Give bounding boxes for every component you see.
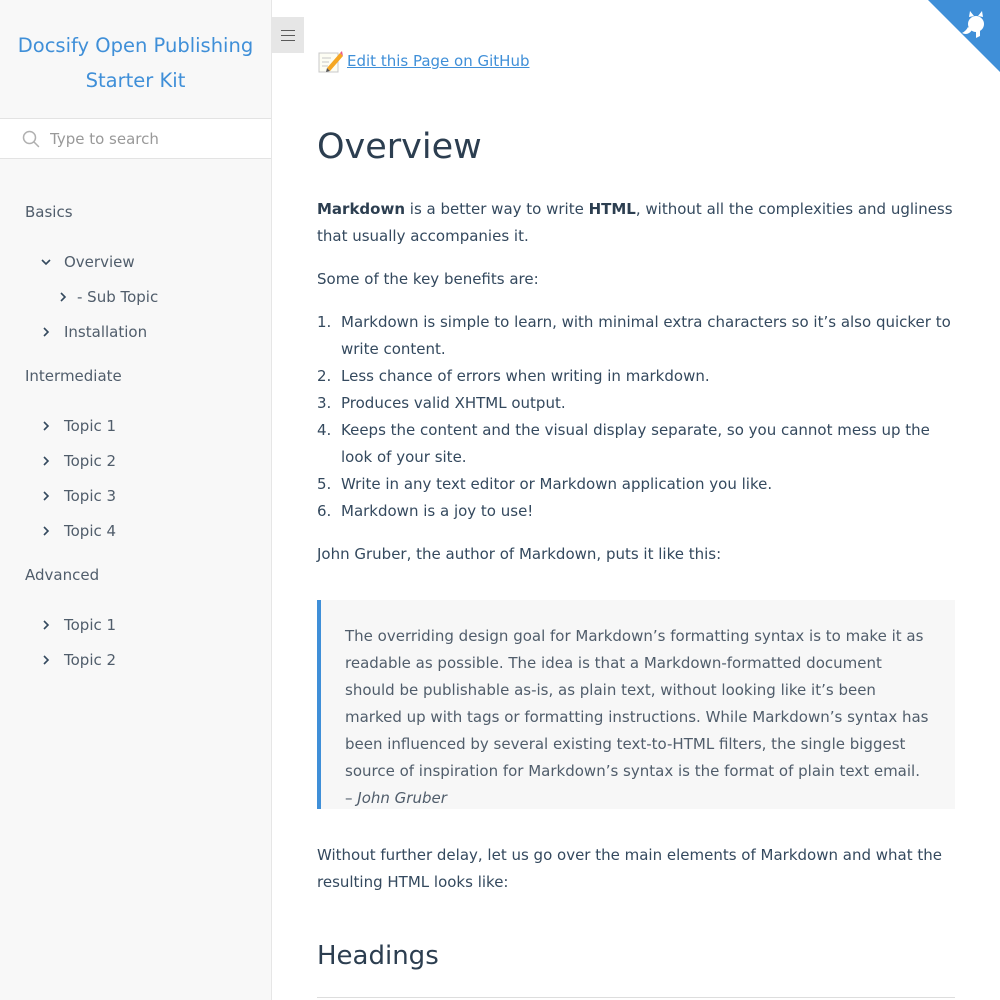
heading-divider bbox=[317, 997, 955, 998]
sidebar-item-intermediate-topic-3[interactable]: Topic 3 bbox=[0, 478, 271, 513]
sidebar-item-label: Topic 4 bbox=[64, 521, 117, 540]
nav-group-advanced: Advanced bbox=[25, 566, 100, 584]
list-item: 4. Keeps the content and the visual displ… bbox=[317, 421, 930, 466]
app-name-line1: Docsify Open Publishing bbox=[17, 34, 254, 57]
sidebar-item-label: Overview bbox=[64, 252, 135, 271]
sidebar: Docsify Open Publishing Starter Kit Basi… bbox=[0, 0, 272, 1000]
list-item: 2. Less chance of errors when writing in … bbox=[317, 367, 710, 385]
benefits-list: 1. Markdown is simple to learn, with mini… bbox=[317, 309, 957, 525]
quote-author: John Gruber bbox=[357, 789, 447, 807]
chevron-right-icon bbox=[43, 420, 50, 431]
section-heading-headings: Headings bbox=[317, 941, 439, 971]
hamburger-menu-icon bbox=[281, 29, 295, 31]
edit-on-github-link[interactable]: Edit this Page on GitHub bbox=[347, 52, 529, 70]
sidebar-item-label: Topic 2 bbox=[64, 650, 117, 669]
chevron-down-icon bbox=[41, 258, 51, 265]
search-input[interactable] bbox=[50, 129, 250, 148]
gruber-quote: The overriding design goal for Markdown’… bbox=[317, 600, 955, 809]
sidebar-item-label: Topic 2 bbox=[64, 451, 117, 470]
quote-intro: John Gruber, the author of Markdown, put… bbox=[317, 545, 722, 563]
sidebar-toggle-button[interactable] bbox=[272, 17, 304, 53]
intro-bold-markdown: Markdown bbox=[317, 200, 406, 218]
sidebar-item-label: Topic 3 bbox=[64, 486, 117, 505]
sidebar-item-label: - Sub Topic bbox=[77, 287, 159, 306]
app-name-link[interactable]: Docsify Open Publishing Starter Kit bbox=[0, 28, 271, 98]
edit-link-row: Edit this Page on GitHub bbox=[317, 48, 529, 74]
sidebar-item-installation[interactable]: Installation bbox=[0, 314, 271, 349]
sidebar-item-intermediate-topic-4[interactable]: Topic 4 bbox=[0, 513, 271, 548]
benefits-intro: Some of the key benefits are: bbox=[317, 270, 539, 288]
sidebar-item-label: Topic 1 bbox=[64, 615, 117, 634]
app-name-line2: Starter Kit bbox=[85, 69, 186, 92]
intro-bold-html: HTML bbox=[588, 200, 636, 218]
sidebar-item-intermediate-topic-2[interactable]: Topic 2 bbox=[0, 443, 271, 478]
list-item: 6. Markdown is a joy to use! bbox=[317, 502, 534, 520]
chevron-right-icon bbox=[43, 619, 50, 630]
search-icon bbox=[22, 130, 40, 147]
chevron-right-icon bbox=[43, 326, 50, 337]
sidebar-item-label: Installation bbox=[64, 322, 148, 341]
sidebar-item-intermediate-topic-1[interactable]: Topic 1 bbox=[0, 408, 271, 443]
nav-group-intermediate: Intermediate bbox=[25, 367, 122, 385]
list-item: 1. Markdown is simple to learn, with mini… bbox=[317, 313, 951, 358]
page-title: Overview bbox=[317, 127, 482, 167]
list-item: 5. Write in any text editor or Markdown a… bbox=[317, 475, 773, 493]
github-octocat-icon[interactable] bbox=[928, 0, 1000, 72]
nav-group-basics: Basics bbox=[25, 203, 73, 221]
chevron-right-icon bbox=[43, 455, 50, 466]
intro-paragraph: Markdown is a better way to write HTML, … bbox=[317, 200, 953, 245]
chevron-right-icon bbox=[43, 490, 50, 501]
sidebar-item-sub-topic[interactable]: - Sub Topic bbox=[0, 279, 271, 314]
list-item: 3. Produces valid XHTML output. bbox=[317, 394, 566, 412]
outro-paragraph: Without further delay, let us go over th… bbox=[317, 846, 942, 891]
sidebar-item-label: Topic 1 bbox=[64, 416, 117, 435]
sidebar-item-overview[interactable]: Overview bbox=[0, 244, 271, 279]
pencil-memo-icon bbox=[318, 51, 343, 73]
sidebar-nav: Basics Overview - Sub Topic Installation… bbox=[0, 197, 271, 677]
chevron-right-icon bbox=[43, 654, 50, 665]
search-box bbox=[0, 118, 271, 159]
sidebar-item-advanced-topic-1[interactable]: Topic 1 bbox=[0, 607, 271, 642]
chevron-right-icon bbox=[60, 291, 67, 302]
sidebar-item-advanced-topic-2[interactable]: Topic 2 bbox=[0, 642, 271, 677]
chevron-right-icon bbox=[43, 525, 50, 536]
